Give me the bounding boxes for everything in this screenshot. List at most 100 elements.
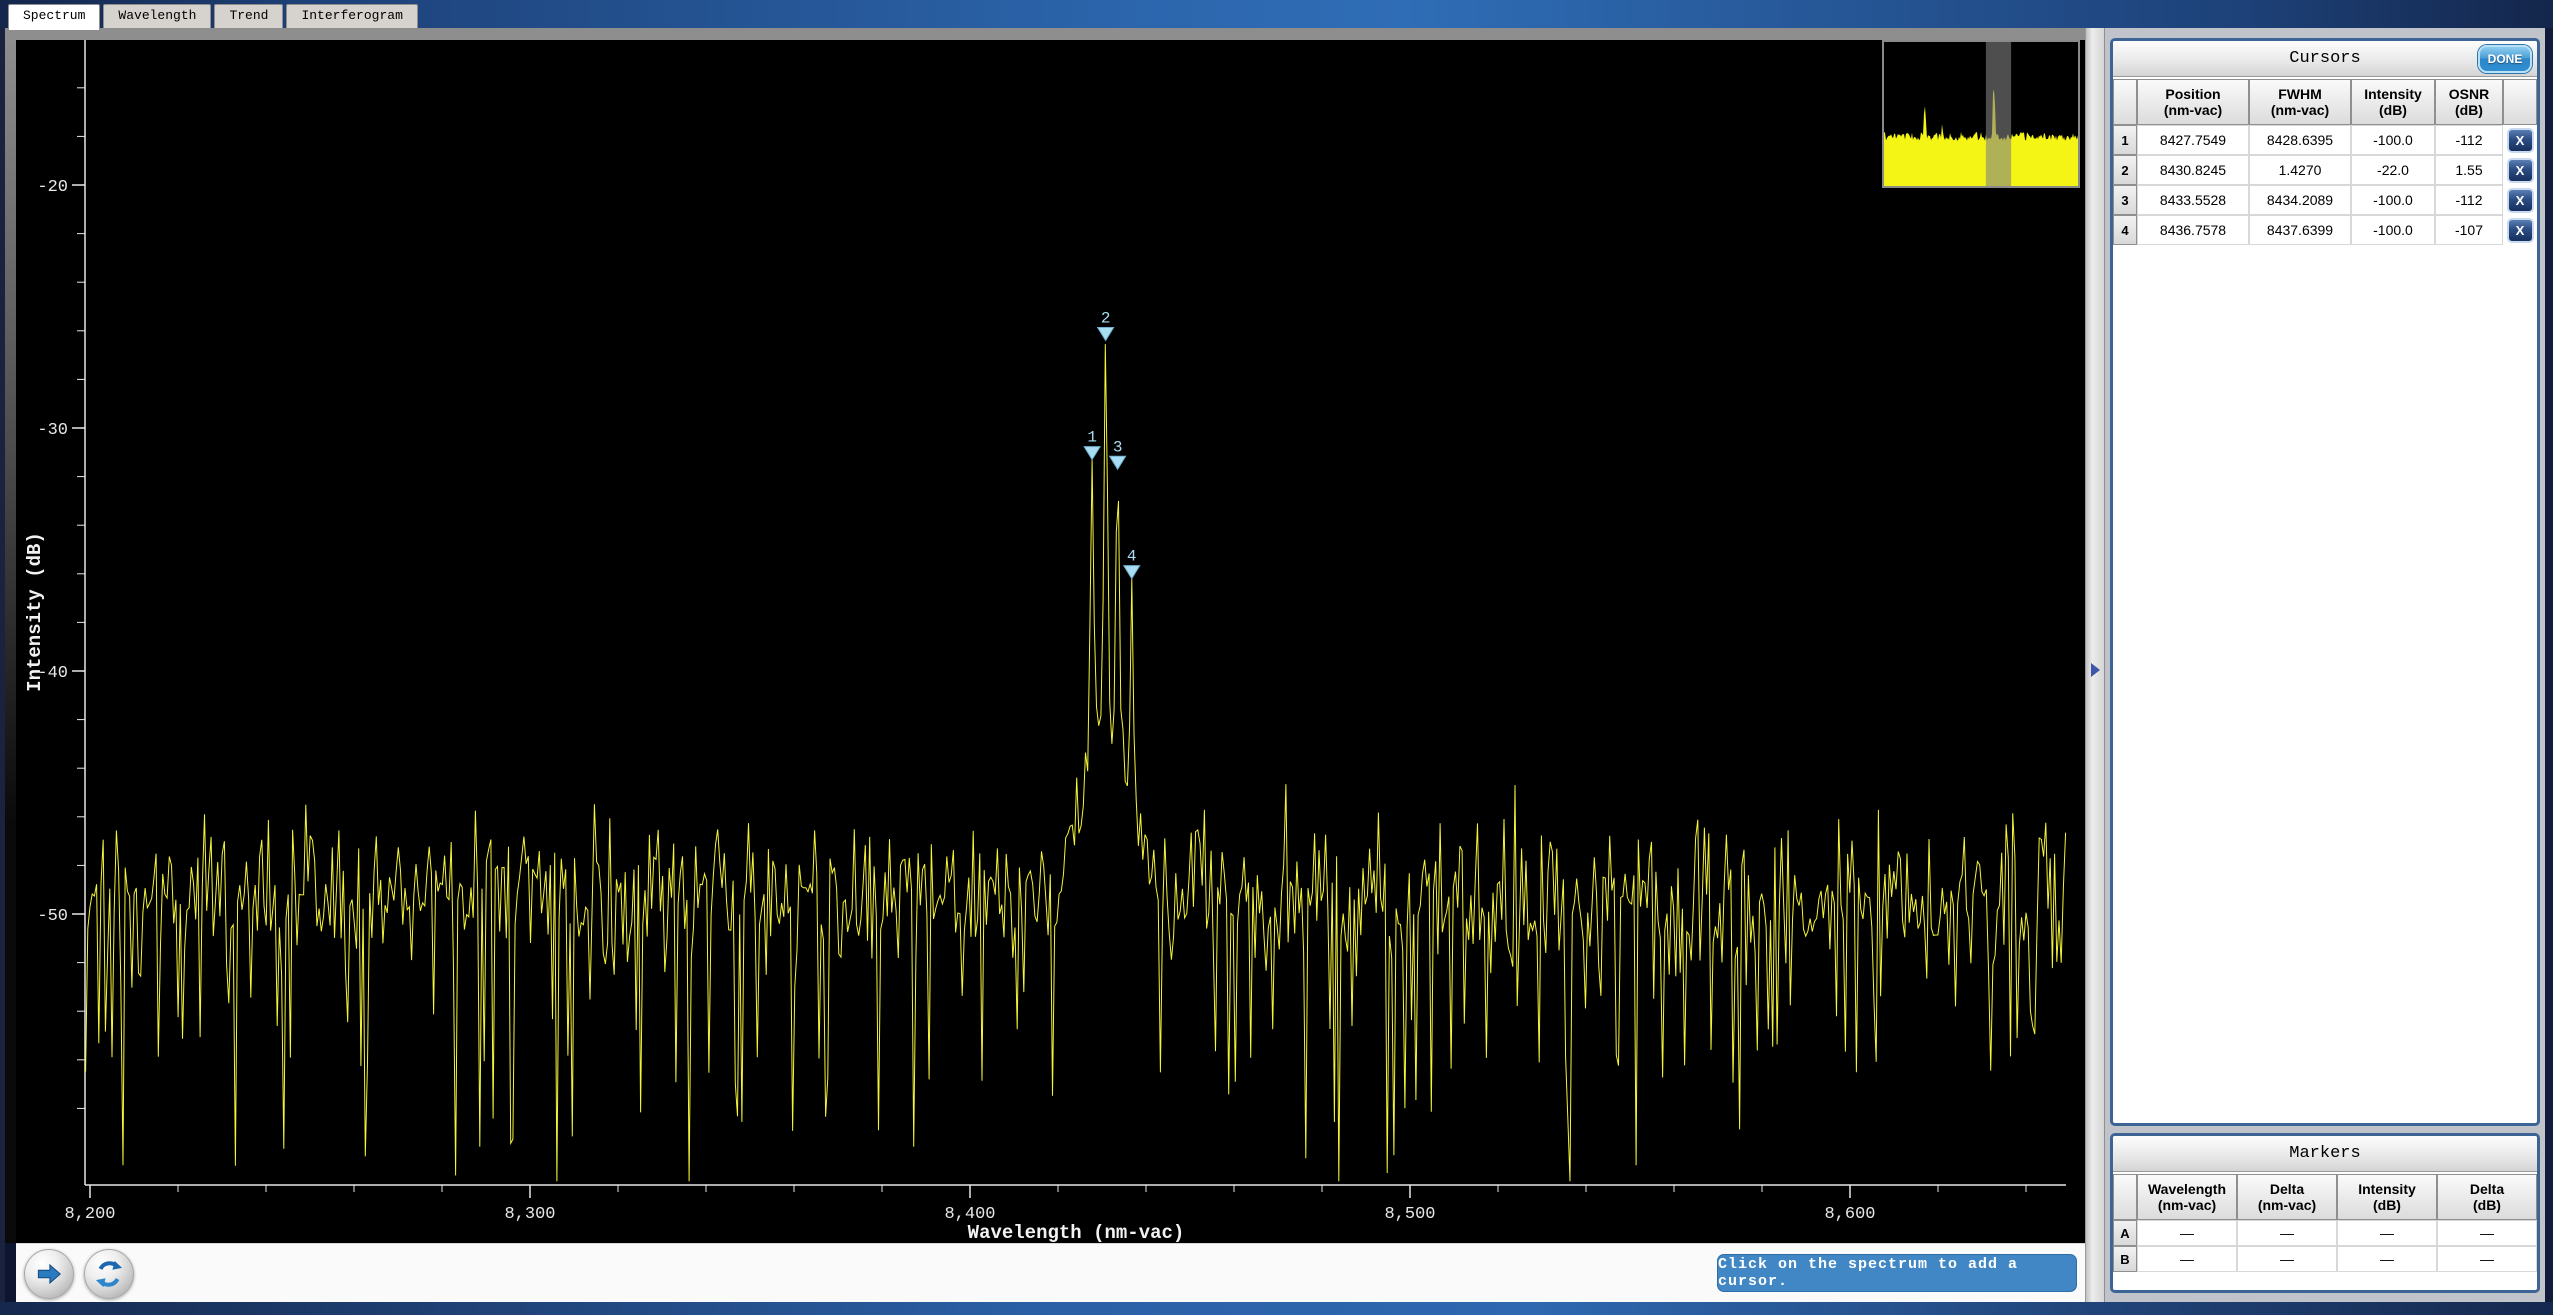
cursor-row-4-osnr: -107 bbox=[2435, 215, 2503, 245]
cursors-col-header-3: OSNR (dB) bbox=[2435, 79, 2503, 125]
y-tick-label: -50 bbox=[37, 907, 68, 926]
x-tick-label: 8,200 bbox=[64, 1205, 115, 1224]
refresh-cycle-icon bbox=[93, 1258, 125, 1290]
marker-row-A-delta_nm: — bbox=[2237, 1220, 2337, 1246]
overview-zoom-band[interactable] bbox=[1986, 42, 2011, 186]
cursor-2-delete-button[interactable]: X bbox=[2507, 158, 2534, 183]
cursors-title: Cursors bbox=[2289, 49, 2360, 68]
cursor-4-delete-button[interactable]: X bbox=[2507, 218, 2534, 243]
plot-footer-strip: Click on the spectrum to add a cursor. bbox=[16, 1243, 2085, 1302]
plot-cursor-number: 1 bbox=[1087, 429, 1097, 447]
cursor-row-2-label: 2 bbox=[2113, 155, 2137, 185]
cursor-row-2-position: 8430.8245 bbox=[2137, 155, 2249, 185]
plot-frame-top bbox=[5, 28, 2085, 40]
cursors-table: Position (nm-vac)FWHM (nm-vac)Intensity … bbox=[2113, 79, 2537, 245]
x-tick-label: 8,600 bbox=[1824, 1205, 1875, 1224]
tab-interferogram[interactable]: Interferogram bbox=[286, 4, 417, 28]
cursor-row-1-intensity: -100.0 bbox=[2351, 125, 2435, 155]
right-panel: Cursors DONE Position (nm-vac)FWHM (nm-v… bbox=[2105, 28, 2545, 1302]
window-edge-left bbox=[0, 28, 5, 1302]
cursor-row-2-delete-cell: X bbox=[2503, 155, 2537, 185]
done-button[interactable]: DONE bbox=[2478, 45, 2532, 73]
markers-title: Markers bbox=[2289, 1144, 2360, 1163]
cursor-row-3-label: 3 bbox=[2113, 185, 2137, 215]
markers-panel: Markers Wavelength (nm-vac)Delta (nm-vac… bbox=[2110, 1133, 2540, 1293]
cursors-corner-cell bbox=[2113, 79, 2137, 125]
plot-cursor-4[interactable]: 4 bbox=[1124, 548, 1140, 579]
window-bottombar bbox=[0, 1302, 2553, 1315]
plot-cursor-number: 4 bbox=[1127, 548, 1137, 566]
markers-col-header-0: Wavelength (nm-vac) bbox=[2137, 1174, 2237, 1220]
cursor-row-4-intensity: -100.0 bbox=[2351, 215, 2435, 245]
y-tick-label: -30 bbox=[37, 421, 68, 440]
plot-cursor-number: 2 bbox=[1101, 310, 1111, 328]
cursor-3-delete-button[interactable]: X bbox=[2507, 188, 2534, 213]
marker-row-B-label: B bbox=[2113, 1246, 2137, 1272]
overview-minimap[interactable] bbox=[1882, 40, 2080, 188]
overview-minimap-svg bbox=[1884, 42, 2078, 186]
cursor-row-4-delete-cell: X bbox=[2503, 215, 2537, 245]
cursor-row-3-delete-cell: X bbox=[2503, 185, 2537, 215]
plot-cursor-3[interactable]: 3 bbox=[1110, 438, 1126, 469]
plot-frame-left bbox=[5, 40, 16, 1243]
plot-cursor-1[interactable]: 1 bbox=[1084, 429, 1100, 460]
cursors-delete-header bbox=[2503, 79, 2537, 125]
cursor-row-4-label: 4 bbox=[2113, 215, 2137, 245]
y-axis-title: Intensity (dB) bbox=[24, 532, 46, 692]
cursors-col-header-2: Intensity (dB) bbox=[2351, 79, 2435, 125]
x-axis-title: Wavelength (nm-vac) bbox=[968, 1222, 1185, 1243]
app-window: SpectrumWavelengthTrendInterferogram 8,2… bbox=[0, 0, 2553, 1315]
plot-cursor-number: 3 bbox=[1113, 438, 1123, 456]
tab-wavelength[interactable]: Wavelength bbox=[103, 4, 211, 28]
marker-row-A-delta_db: — bbox=[2437, 1220, 2537, 1246]
marker-row-B-delta_db: — bbox=[2437, 1246, 2537, 1272]
arrow-right-icon bbox=[34, 1259, 64, 1289]
cursor-row-1-label: 1 bbox=[2113, 125, 2137, 155]
spectrum-plot[interactable]: 8,2008,3008,4008,5008,600-20-30-40-50Wav… bbox=[16, 40, 2085, 1243]
cursor-row-3-intensity: -100.0 bbox=[2351, 185, 2435, 215]
markers-table: Wavelength (nm-vac)Delta (nm-vac)Intensi… bbox=[2113, 1174, 2537, 1272]
marker-row-A-wavelength: — bbox=[2137, 1220, 2237, 1246]
cursor-row-3-position: 8433.5528 bbox=[2137, 185, 2249, 215]
spectrum-svg: 8,2008,3008,4008,5008,600-20-30-40-50Wav… bbox=[16, 40, 2085, 1243]
spectrum-trace bbox=[86, 344, 2066, 1181]
cursor-row-3-fwhm: 8434.2089 bbox=[2249, 185, 2351, 215]
cursor-1-delete-button[interactable]: X bbox=[2507, 128, 2534, 153]
cursor-row-3-osnr: -112 bbox=[2435, 185, 2503, 215]
markers-corner-cell bbox=[2113, 1174, 2137, 1220]
cursor-row-1-delete-cell: X bbox=[2503, 125, 2537, 155]
cursor-row-2-osnr: 1.55 bbox=[2435, 155, 2503, 185]
y-tick-label: -20 bbox=[37, 178, 68, 197]
spectrum-plot-canvas[interactable]: 8,2008,3008,4008,5008,600-20-30-40-50Wav… bbox=[16, 40, 2085, 1248]
marker-row-A-label: A bbox=[2113, 1220, 2137, 1246]
cursor-row-1-position: 8427.7549 bbox=[2137, 125, 2249, 155]
markers-panel-header: Markers bbox=[2113, 1136, 2537, 1172]
markers-col-header-1: Delta (nm-vac) bbox=[2237, 1174, 2337, 1220]
marker-row-A-intensity: — bbox=[2337, 1220, 2437, 1246]
tab-trend[interactable]: Trend bbox=[214, 4, 283, 28]
cursors-panel: Cursors DONE Position (nm-vac)FWHM (nm-v… bbox=[2110, 38, 2540, 1126]
add-cursor-hint-button[interactable]: Click on the spectrum to add a cursor. bbox=[1717, 1254, 2077, 1292]
panel-splitter[interactable] bbox=[2085, 28, 2105, 1302]
cursors-col-header-0: Position (nm-vac) bbox=[2137, 79, 2249, 125]
x-tick-label: 8,300 bbox=[504, 1205, 555, 1224]
tab-spectrum[interactable]: Spectrum bbox=[8, 4, 100, 30]
collapse-arrow-icon[interactable] bbox=[2091, 663, 2100, 677]
marker-row-B-intensity: — bbox=[2337, 1246, 2437, 1272]
cursors-panel-header: Cursors DONE bbox=[2113, 41, 2537, 77]
cursor-row-1-fwhm: 8428.6395 bbox=[2249, 125, 2351, 155]
overview-trace-fill bbox=[1884, 90, 2078, 187]
acquire-single-button[interactable] bbox=[24, 1249, 74, 1299]
plot-cursor-2[interactable]: 2 bbox=[1098, 310, 1114, 341]
marker-row-B-wavelength: — bbox=[2137, 1246, 2237, 1272]
window-edge-right bbox=[2545, 28, 2553, 1302]
cursor-row-4-fwhm: 8437.6399 bbox=[2249, 215, 2351, 245]
cursors-col-header-1: FWHM (nm-vac) bbox=[2249, 79, 2351, 125]
cursor-row-2-fwhm: 1.4270 bbox=[2249, 155, 2351, 185]
markers-col-header-3: Delta (dB) bbox=[2437, 1174, 2537, 1220]
x-tick-label: 8,500 bbox=[1384, 1205, 1435, 1224]
cursor-row-4-position: 8436.7578 bbox=[2137, 215, 2249, 245]
marker-row-B-delta_nm: — bbox=[2237, 1246, 2337, 1272]
markers-col-header-2: Intensity (dB) bbox=[2337, 1174, 2437, 1220]
acquire-continuous-button[interactable] bbox=[84, 1249, 134, 1299]
